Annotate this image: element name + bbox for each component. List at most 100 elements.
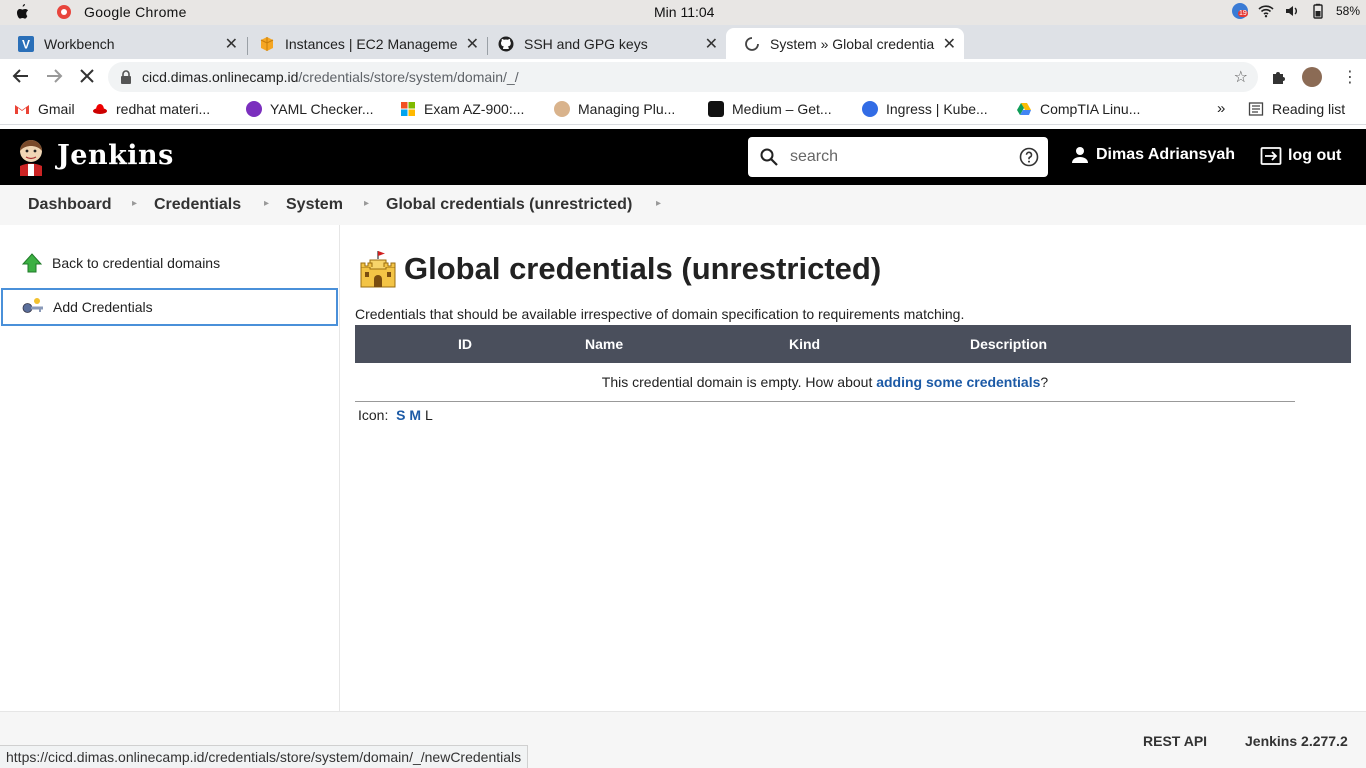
loading-spinner-icon (745, 36, 759, 51)
search-icon (760, 148, 778, 166)
battery-percent: 58% (1335, 4, 1360, 18)
close-tab-icon[interactable]: ✕ (705, 34, 718, 54)
drive-icon (1017, 103, 1031, 115)
forward-arrow-icon[interactable] (45, 67, 63, 85)
aws-icon (260, 36, 274, 51)
bookmark-medium[interactable]: Medium – Get... (708, 101, 832, 117)
icon-size-label: Icon: (358, 407, 389, 423)
tab-title: Instances | EC2 Manageme (285, 35, 458, 52)
apple-icon[interactable] (14, 3, 30, 21)
bookmark-label: YAML Checker... (270, 101, 374, 117)
icon-size-medium-link[interactable]: M (409, 407, 421, 423)
breadcrumb-chevron-icon[interactable]: ▸ (364, 198, 369, 209)
icon-size-large-current: L (424, 407, 433, 423)
breadcrumb-dashboard[interactable]: Dashboard (28, 196, 112, 214)
bookmark-star-icon[interactable]: ☆ (1234, 67, 1248, 87)
reading-list-icon (1248, 102, 1264, 116)
empty-table-message: This credential domain is empty. How abo… (355, 363, 1295, 402)
notification-badge: 19 (1237, 10, 1248, 17)
help-icon[interactable] (1019, 147, 1039, 167)
kubernetes-icon (862, 101, 878, 117)
credentials-table: ID Name Kind Description This credential… (355, 325, 1351, 402)
tab-workbench[interactable]: V Workbench ✕ (0, 28, 246, 59)
column-header-id[interactable]: ID (458, 336, 472, 352)
column-header-name[interactable]: Name (585, 336, 623, 352)
page-heading: Global credentials (unrestricted) (358, 249, 881, 289)
reading-list-label: Reading list (1272, 101, 1346, 117)
bookmark-comptia-linux[interactable]: CompTIA Linu... (1016, 101, 1140, 117)
tab-strip: V Workbench ✕ Instances | EC2 Manageme ✕… (0, 25, 1366, 76)
breadcrumb-chevron-icon[interactable]: ▸ (264, 198, 269, 209)
logout-link[interactable]: log out (1260, 146, 1341, 166)
user-name: Dimas Adriansyah (1096, 146, 1236, 163)
bookmark-label: redhat materi... (116, 101, 211, 117)
bookmark-managing-plugins[interactable]: Managing Plu... (554, 101, 675, 117)
jenkins-logo-icon[interactable] (16, 138, 46, 176)
bookmark-label: Managing Plu... (578, 101, 676, 117)
lock-icon[interactable] (120, 70, 132, 84)
chrome-menu-icon[interactable]: ⋮ (1342, 67, 1358, 87)
castle-icon (360, 251, 396, 288)
page-title: Global credentials (unrestricted) (404, 251, 882, 286)
bookmark-redhat[interactable]: redhat materi... (92, 101, 210, 117)
url-text[interactable]: cicd.dimas.onlinecamp.id/credentials/sto… (142, 69, 519, 85)
close-tab-icon[interactable]: ✕ (225, 34, 238, 54)
wifi-icon[interactable] (1258, 3, 1274, 19)
medium-icon (708, 101, 724, 117)
url-domain: cicd.dimas.onlinecamp.id (142, 69, 299, 85)
bookmark-label: Ingress | Kube... (886, 101, 988, 117)
tab-ssh-gpg-keys[interactable]: SSH and GPG keys ✕ (480, 28, 726, 59)
up-arrow-icon (21, 253, 43, 273)
bookmark-gmail[interactable]: Gmail (14, 101, 75, 117)
sidebar-item-label: Add Credentials (53, 299, 153, 315)
jenkins-version-link[interactable]: Jenkins 2.277.2 (1245, 733, 1348, 749)
vscode-icon: V (18, 35, 34, 52)
omnibox[interactable]: cicd.dimas.onlinecamp.id/credentials/sto… (108, 62, 1258, 92)
system-tray: 19 58% (1231, 3, 1360, 19)
adding-credentials-link[interactable]: adding some credentials (876, 374, 1040, 390)
empty-message-text: This credential domain is empty. How abo… (601, 374, 877, 390)
side-panel: Back to credential domains Add Credentia… (0, 225, 340, 711)
breadcrumb-system[interactable]: System (286, 196, 343, 214)
bookmark-label: CompTIA Linu... (1040, 101, 1141, 117)
notification-icon[interactable]: 19 (1231, 3, 1248, 19)
column-header-kind[interactable]: Kind (789, 336, 820, 352)
breadcrumb-global-credentials[interactable]: Global credentials (unrestricted) (386, 196, 632, 214)
jenkins-title[interactable]: Jenkins (57, 140, 174, 171)
logout-label: log out (1288, 147, 1342, 164)
battery-icon[interactable] (1310, 3, 1326, 19)
jenkins-icon (554, 101, 570, 117)
tab-ec2-instances[interactable]: Instances | EC2 Manageme ✕ (241, 28, 487, 59)
bookmark-exam-az900[interactable]: Exam AZ-900:... (400, 101, 524, 117)
volume-icon[interactable] (1284, 3, 1300, 19)
breadcrumb-credentials[interactable]: Credentials (154, 196, 241, 214)
back-to-credential-domains-link[interactable]: Back to credential domains (0, 244, 339, 282)
more-bookmarks-button[interactable]: » (1217, 100, 1225, 117)
breadcrumb-chevron-icon[interactable]: ▸ (656, 198, 661, 209)
reading-list-button[interactable]: Reading list (1248, 101, 1345, 117)
microsoft-icon (401, 102, 415, 116)
yaml-icon (246, 101, 262, 117)
table-header: ID Name Kind Description (355, 325, 1351, 363)
bookmarks-bar: Gmail redhat materi... YAML Checker... E… (0, 95, 1366, 125)
column-header-description[interactable]: Description (970, 336, 1047, 352)
stop-loading-icon[interactable] (78, 67, 96, 85)
extensions-icon[interactable] (1270, 68, 1288, 86)
bookmark-yaml-checker[interactable]: YAML Checker... (246, 101, 373, 117)
profile-avatar[interactable] (1302, 67, 1322, 87)
search-input[interactable] (790, 145, 1010, 169)
clock[interactable]: Min 11:04 (654, 4, 714, 20)
close-tab-icon[interactable]: ✕ (466, 34, 479, 54)
bookmark-label: Medium – Get... (732, 101, 832, 117)
close-tab-icon[interactable]: ✕ (943, 34, 956, 54)
tab-global-credentials[interactable]: System » Global credentia ✕ (726, 28, 964, 59)
address-row: cicd.dimas.onlinecamp.id/credentials/sto… (0, 59, 1366, 95)
bookmark-ingress-kubernetes[interactable]: Ingress | Kube... (862, 101, 988, 117)
back-arrow-icon[interactable] (12, 67, 30, 85)
active-app-name[interactable]: Google Chrome (84, 4, 187, 20)
rest-api-link[interactable]: REST API (1143, 733, 1207, 749)
add-credentials-link[interactable]: Add Credentials (1, 288, 338, 326)
breadcrumb-chevron-icon[interactable]: ▸ (132, 198, 137, 209)
user-link[interactable]: Dimas Adriansyah (1071, 146, 1235, 164)
icon-size-small-link[interactable]: S (396, 407, 405, 423)
